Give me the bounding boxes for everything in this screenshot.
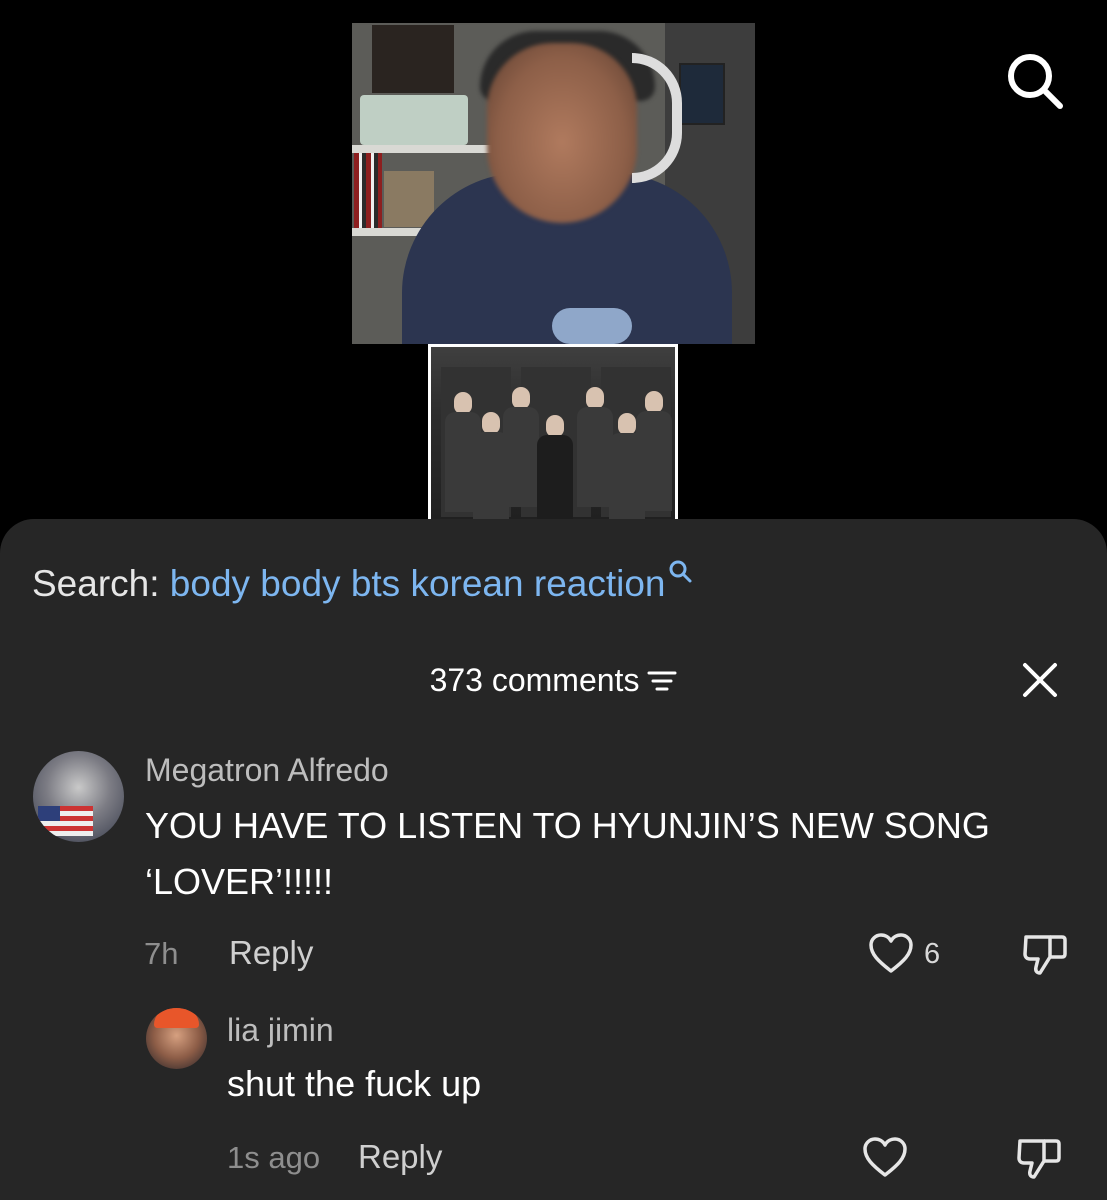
dislike-icon[interactable] (1022, 933, 1068, 977)
comment-time: 7h (144, 936, 179, 971)
sort-icon[interactable] (647, 669, 677, 693)
reply-button[interactable]: Reply (229, 934, 313, 972)
comments-count: 373 comments (429, 662, 640, 699)
comment-time: 1s ago (227, 1140, 321, 1175)
comment-text: YOU HAVE TO LISTEN TO HYUNJIN’S NEW SONG… (145, 805, 990, 902)
close-button[interactable] (1020, 660, 1060, 700)
close-icon (1023, 663, 1057, 697)
like-count: 6 (924, 938, 941, 970)
heart-icon[interactable] (862, 1137, 908, 1179)
dislike-icon[interactable] (1016, 1137, 1062, 1181)
video-player[interactable] (0, 0, 1107, 540)
reply-button[interactable]: Reply (358, 1138, 442, 1176)
search-query-icon (669, 560, 692, 583)
avatar[interactable] (33, 751, 124, 842)
avatar[interactable] (146, 1008, 207, 1069)
search-label: Search: (32, 563, 160, 604)
search-icon (1008, 54, 1063, 109)
search-suggestion[interactable]: Search: body body bts korean reaction (32, 560, 694, 605)
search-button[interactable] (1004, 50, 1066, 112)
search-query-link[interactable]: body body bts korean reaction (170, 563, 666, 604)
comment-text: shut the fuck up (227, 1063, 482, 1104)
heart-icon[interactable] (868, 933, 914, 975)
music-video-frame (428, 344, 678, 520)
comment-author[interactable]: Megatron Alfredo (145, 752, 389, 789)
comments-header: 373 comments (0, 660, 1107, 699)
reactor-video-frame (352, 23, 755, 344)
comment-author[interactable]: lia jimin (227, 1012, 334, 1049)
